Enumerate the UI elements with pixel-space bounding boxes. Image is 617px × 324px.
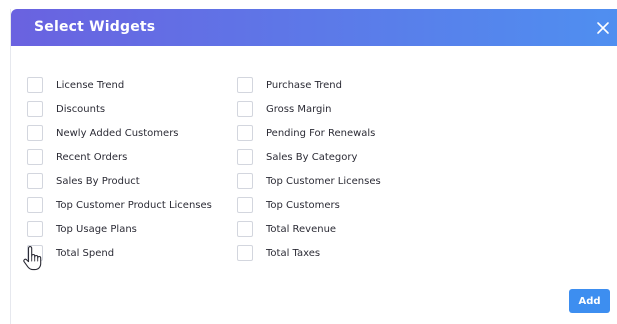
checkbox[interactable] [27, 221, 43, 237]
widget-option[interactable]: Sales By Category [237, 149, 357, 165]
widget-option[interactable]: Newly Added Customers [27, 125, 179, 141]
widget-option[interactable]: Top Usage Plans [27, 221, 137, 237]
dialog-title: Select Widgets [34, 19, 156, 35]
widget-option[interactable]: Purchase Trend [237, 77, 342, 93]
widget-label: Recent Orders [56, 151, 128, 163]
dialog-header: Select Widgets [11, 9, 617, 46]
widget-option[interactable]: Top Customer Licenses [237, 173, 381, 189]
checkbox[interactable] [27, 197, 43, 213]
add-button[interactable]: Add [569, 289, 610, 313]
widget-label: Purchase Trend [266, 79, 342, 91]
checkbox[interactable] [237, 221, 253, 237]
widget-label: Sales By Product [56, 175, 140, 187]
widget-label: Pending For Renewals [266, 127, 376, 139]
checkbox[interactable] [27, 125, 43, 141]
checkbox[interactable] [237, 245, 253, 261]
checkbox[interactable] [237, 149, 253, 165]
widget-option[interactable]: Total Taxes [237, 245, 320, 261]
close-icon[interactable] [594, 19, 612, 37]
widget-label: Top Customers [266, 199, 340, 211]
checkbox[interactable] [237, 77, 253, 93]
widget-label: Top Customer Licenses [266, 175, 381, 187]
checkbox[interactable] [237, 173, 253, 189]
widget-label: Gross Margin [266, 103, 332, 115]
widget-option[interactable]: Top Customer Product Licenses [27, 197, 212, 213]
widget-option[interactable]: Recent Orders [27, 149, 127, 165]
widget-label: Total Revenue [266, 223, 337, 235]
widget-label: Discounts [56, 103, 106, 115]
widget-option[interactable]: Total Revenue [237, 221, 336, 237]
widget-label: Total Spend [56, 247, 115, 259]
widget-label: License Trend [56, 79, 125, 91]
widget-label: Newly Added Customers [56, 127, 179, 139]
hand-pointer-icon [23, 246, 42, 271]
widget-option[interactable]: Pending For Renewals [237, 125, 375, 141]
widget-label: Top Usage Plans [56, 223, 137, 235]
widget-label: Sales By Category [266, 151, 358, 163]
checkbox[interactable] [27, 173, 43, 189]
select-widgets-dialog: Select Widgets License Trend Discounts N… [10, 9, 617, 324]
widget-option[interactable]: Sales By Product [27, 173, 140, 189]
checkbox[interactable] [237, 197, 253, 213]
widget-option[interactable]: License Trend [27, 77, 124, 93]
widget-option[interactable]: Discounts [27, 101, 105, 117]
checkbox[interactable] [27, 77, 43, 93]
widget-label: Top Customer Product Licenses [56, 199, 212, 211]
checkbox[interactable] [237, 125, 253, 141]
checkbox[interactable] [27, 101, 43, 117]
widget-option[interactable]: Top Customers [237, 197, 340, 213]
widget-label: Total Taxes [266, 247, 321, 259]
checkbox[interactable] [27, 149, 43, 165]
checkbox[interactable] [237, 101, 253, 117]
widget-option[interactable]: Gross Margin [237, 101, 332, 117]
